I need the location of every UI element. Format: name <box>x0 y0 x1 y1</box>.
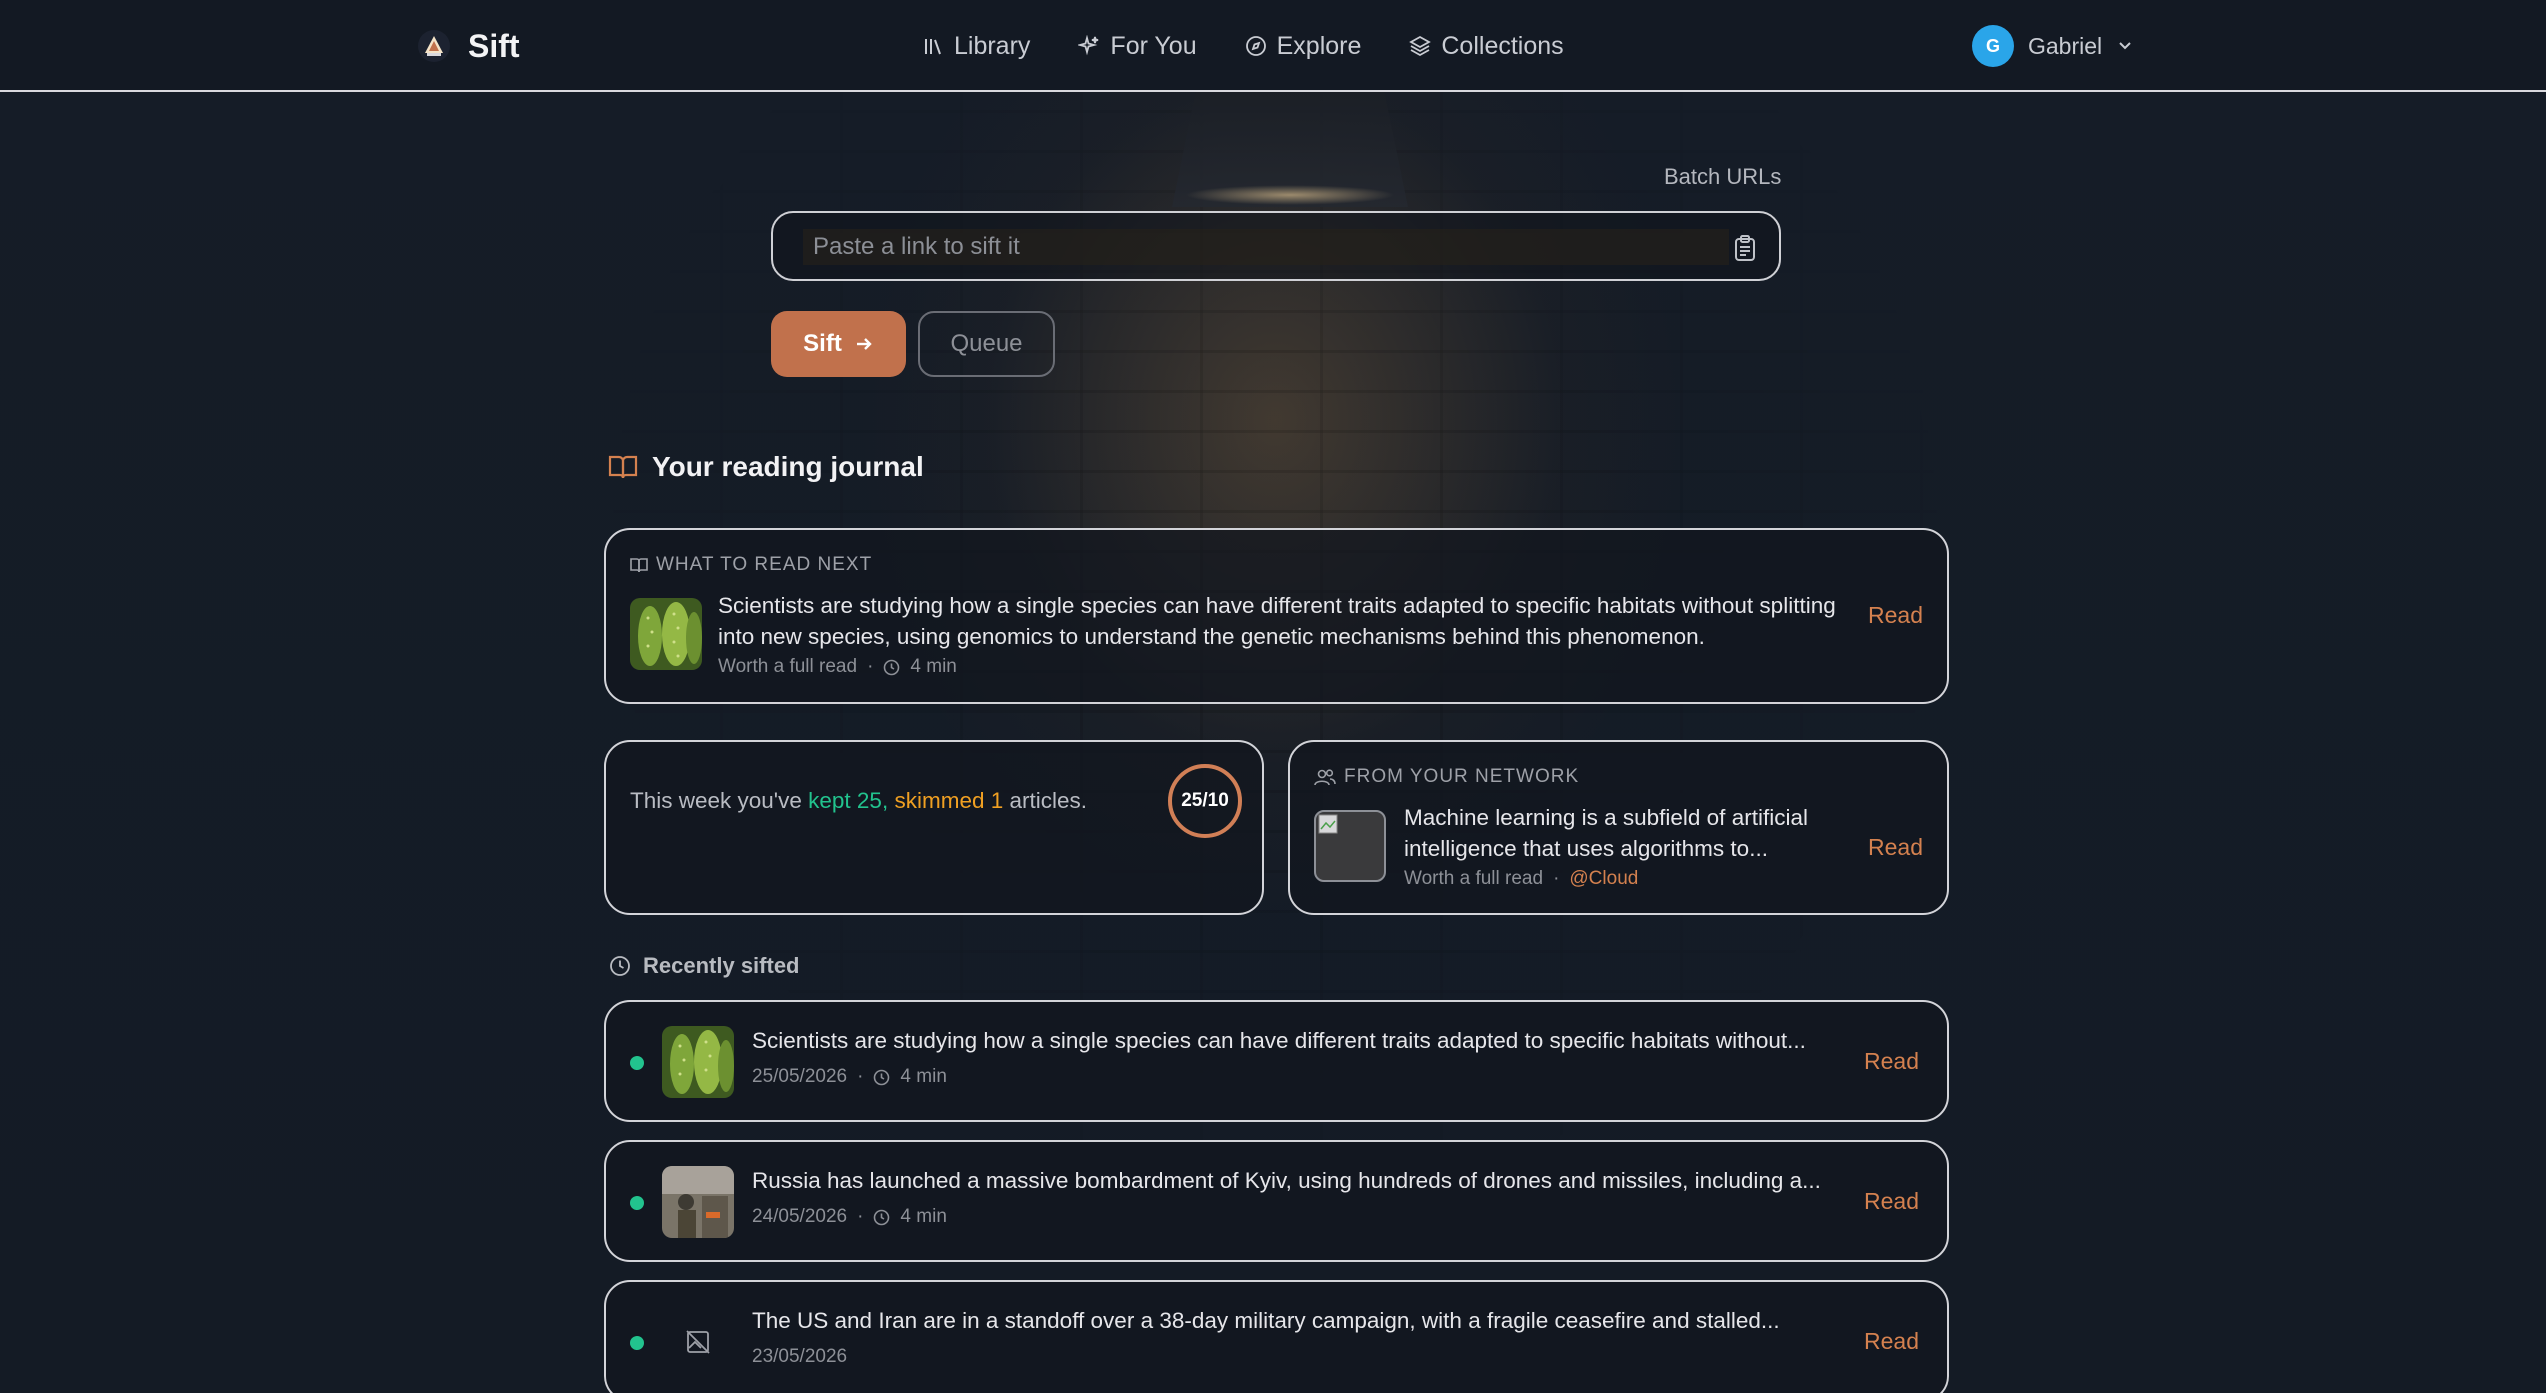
user-menu[interactable]: G Gabriel <box>1972 24 2134 68</box>
clock-icon <box>874 1069 890 1085</box>
queue-button[interactable]: Queue <box>918 311 1055 377</box>
recent-item-read-link[interactable]: Read <box>1864 1328 1919 1355</box>
open-book-icon <box>608 455 638 479</box>
recent-item-text: The US and Iran are in a standoff over a… <box>752 1308 1780 1333</box>
recent-item[interactable]: Russia has launched a massive bombardmen… <box>604 1140 1949 1262</box>
read-next-meta: Worth a full read · 4 min <box>718 656 957 678</box>
recent-item-text: Scientists are studying how a single spe… <box>752 1028 1806 1053</box>
recent-item-time: 4 min <box>900 1206 947 1227</box>
status-dot <box>630 1196 644 1210</box>
article-thumbnail <box>662 1166 734 1238</box>
nav-explore[interactable]: Explore <box>1245 31 1362 61</box>
weekly-suffix: articles. <box>1009 788 1088 813</box>
network-label: FROM YOUR NETWORK <box>1344 766 1580 787</box>
nav-for-you[interactable]: For You <box>1078 31 1197 61</box>
nav-for-you-label: For You <box>1110 31 1197 60</box>
page: Sift Library For You Explore Collections… <box>0 0 2546 1393</box>
brand[interactable]: Sift <box>418 22 520 70</box>
batch-urls-link[interactable]: Batch URLs <box>1664 164 1781 190</box>
recent-item[interactable]: The US and Iran are in a standoff over a… <box>604 1280 1949 1393</box>
nav-explore-label: Explore <box>1276 31 1362 60</box>
sift-button-label: Sift <box>803 330 842 357</box>
separator-dot: · <box>1553 868 1560 889</box>
sift-button[interactable]: Sift <box>771 311 906 377</box>
skimmed-count: skimmed 1 <box>894 788 1004 813</box>
recent-item[interactable]: Scientists are studying how a single spe… <box>604 1000 1949 1122</box>
separator-dot: · <box>857 1206 864 1227</box>
read-next-read-link[interactable]: Read <box>1868 602 1923 629</box>
verdict: Worth a full read <box>718 656 858 677</box>
recently-sifted-title: Recently sifted <box>643 953 800 978</box>
recent-item-meta: 25/05/2026 · 4 min <box>752 1066 947 1088</box>
network-thumbnail <box>1314 810 1386 882</box>
user-name: Gabriel <box>2028 32 2103 59</box>
read-next-label-row: WHAT TO READ NEXT <box>630 554 872 576</box>
network-verdict: Worth a full read <box>1404 868 1544 889</box>
sparkle-icon <box>1078 35 1099 56</box>
clock-icon <box>610 956 630 976</box>
read-next-text: Scientists are studying how a single spe… <box>718 593 1836 649</box>
recent-item-date: 24/05/2026 <box>752 1206 848 1227</box>
main-nav: Library For You Explore Collections <box>922 22 1564 70</box>
network-meta: Worth a full read · @Cloud <box>1404 868 1638 890</box>
nav-collections-label: Collections <box>1441 31 1564 60</box>
compass-icon <box>1245 36 1266 56</box>
top-header: Sift Library For You Explore Collections… <box>0 0 2546 92</box>
network-handle[interactable]: @Cloud <box>1569 868 1638 890</box>
journal-title: Your reading journal <box>652 451 924 482</box>
recent-item-meta: 23/05/2026 <box>752 1346 847 1368</box>
weekly-progress-ring: 25/10 <box>1168 764 1242 838</box>
kept-count: kept 25, <box>808 788 889 813</box>
app-name: Sift <box>468 27 520 64</box>
link-input[interactable] <box>803 229 1729 265</box>
library-icon <box>925 39 941 55</box>
separator-dot: · <box>867 656 874 677</box>
read-next-card[interactable]: WHAT TO READ NEXT Scientists are studyin… <box>604 528 1949 704</box>
article-thumbnail <box>662 1026 734 1098</box>
weekly-summary-text: This week you've kept 25, skimmed 1 arti… <box>630 788 1087 814</box>
status-dot <box>630 1056 644 1070</box>
clock-icon <box>874 1209 890 1225</box>
network-card[interactable]: FROM YOUR NETWORK Machine learning is a … <box>1288 740 1949 915</box>
read-time: 4 min <box>910 656 957 677</box>
chevron-down-icon <box>2119 42 2131 50</box>
avatar: G <box>1972 25 2014 67</box>
journal-heading: Your reading journal <box>608 451 924 483</box>
network-text: Machine learning is a subfield of artifi… <box>1404 805 1808 861</box>
clock-icon <box>884 659 900 675</box>
recent-item-date: 25/05/2026 <box>752 1066 848 1087</box>
recent-item-date: 23/05/2026 <box>752 1346 848 1367</box>
status-dot <box>630 1336 644 1350</box>
lamp-glow <box>1185 185 1395 205</box>
image-off-icon <box>686 1330 710 1354</box>
weekly-summary-card: This week you've kept 25, skimmed 1 arti… <box>604 740 1264 915</box>
arrow-right-icon <box>856 338 872 350</box>
paste-clipboard-button[interactable] <box>1729 232 1761 264</box>
nav-library-label: Library <box>954 31 1031 60</box>
separator-dot: · <box>857 1066 864 1087</box>
nav-collections[interactable]: Collections <box>1409 31 1564 61</box>
recent-item-meta: 24/05/2026 · 4 min <box>752 1206 947 1228</box>
network-label-row: FROM YOUR NETWORK <box>1314 766 1579 788</box>
read-next-label: WHAT TO READ NEXT <box>656 554 873 575</box>
recent-item-text: Russia has launched a massive bombardmen… <box>752 1168 1821 1193</box>
layers-icon <box>1409 35 1432 57</box>
users-icon <box>1314 769 1336 786</box>
recently-sifted-heading: Recently sifted <box>609 953 800 979</box>
book-icon <box>630 558 648 573</box>
article-thumbnail <box>630 598 702 670</box>
link-input-box <box>771 211 1781 281</box>
nav-library[interactable]: Library <box>922 32 1030 61</box>
network-read-link[interactable]: Read <box>1868 834 1923 861</box>
recent-item-read-link[interactable]: Read <box>1864 1188 1919 1215</box>
broken-image-icon <box>1318 814 1338 834</box>
article-thumbnail <box>662 1306 734 1378</box>
sift-logo-icon <box>418 30 450 62</box>
recent-item-read-link[interactable]: Read <box>1864 1048 1919 1075</box>
weekly-prefix: This week you've <box>630 788 802 813</box>
clipboard-icon <box>1735 235 1755 261</box>
recent-item-time: 4 min <box>900 1066 947 1087</box>
